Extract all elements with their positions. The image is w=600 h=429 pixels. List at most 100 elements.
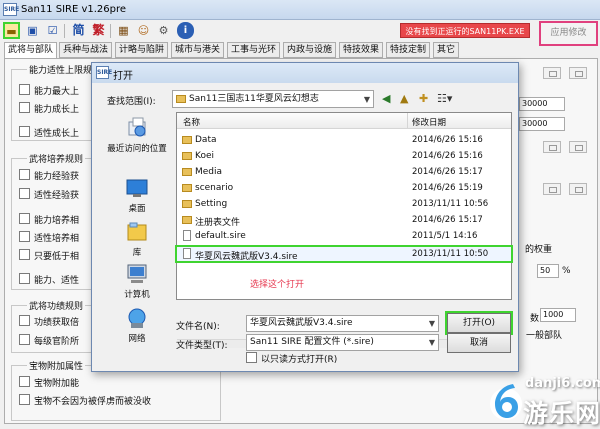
value-field-1[interactable]: 30000: [519, 97, 565, 111]
treasure-group-title: 宝物附加属性: [27, 359, 86, 372]
look-in-combo[interactable]: San11三国志11华夏风云幻想志 ▼: [172, 90, 374, 108]
status-message: 没有找到正运行的SAN11PK.EXE: [400, 23, 530, 38]
readonly-checkbox[interactable]: 以只读方式打开(R): [246, 352, 337, 365]
chevron-down-icon[interactable]: ▼: [429, 335, 435, 350]
tab-skill-custom[interactable]: 特技定制: [386, 42, 431, 58]
gear-icon[interactable]: ⚙: [155, 22, 172, 39]
checkbox-ability-training[interactable]: 能力培养相: [19, 213, 79, 226]
file-name: Data: [195, 135, 217, 145]
value-field-2[interactable]: 30000: [519, 117, 565, 131]
dialog-icon: SIRE: [96, 66, 112, 79]
file-name: default.sire: [195, 231, 246, 241]
look-in-value: San11三国志11华夏风云幻想志: [189, 94, 319, 104]
new-folder-icon[interactable]: ✚: [419, 92, 428, 105]
count-label: 数: [530, 314, 540, 324]
file-date: 2013/11/11 10:56: [412, 199, 489, 209]
tab-skill-effects[interactable]: 特技效果: [339, 42, 384, 58]
open-file-dialog: SIRE 打开 查找范围(I): San11三国志11华夏风云幻想志 ▼ ◀ ▲…: [91, 62, 519, 372]
unit-type-label: 一般部队: [526, 331, 563, 341]
back-arrow-icon[interactable]: ◀: [382, 92, 390, 105]
tab-troops-tactics[interactable]: 兵种与战法: [59, 42, 113, 58]
character-icon[interactable]: ☺: [135, 22, 152, 39]
view-menu-icon[interactable]: ☷▾: [437, 92, 452, 105]
place-label: 计算机: [124, 290, 150, 300]
side-button[interactable]: [543, 67, 561, 79]
toolbar-separator: [64, 24, 65, 38]
file-list[interactable]: 名称 修改日期 Data 2014/6/26 15:16 Koei 2014/6…: [175, 112, 513, 348]
count-field[interactable]: 1000: [540, 308, 576, 322]
checkbox-ability-exp[interactable]: 能力经验获: [19, 169, 79, 182]
checkbox-treasure-ability[interactable]: 宝物附加能: [19, 376, 79, 389]
checkbox-ability-growth[interactable]: 能力成长上: [19, 102, 79, 115]
checkbox-ability-max[interactable]: 能力最大上: [19, 84, 79, 97]
file-row[interactable]: Koei 2014/6/26 15:16: [177, 149, 511, 163]
column-modified-header[interactable]: 修改日期: [412, 116, 446, 128]
side-button[interactable]: [569, 183, 587, 195]
checkbox-aptitude-exp[interactable]: 适性经验获: [19, 188, 79, 201]
tab-domestic-facilities[interactable]: 内政与设施: [283, 42, 337, 58]
save-icon[interactable]: ▣: [24, 22, 41, 39]
cancel-button[interactable]: 取消: [447, 333, 511, 353]
file-row[interactable]: 注册表文件 2014/6/26 15:17: [177, 213, 511, 228]
file-row[interactable]: Setting 2013/11/11 10:56: [177, 197, 511, 211]
side-button[interactable]: [569, 67, 587, 79]
checkbox-only-below[interactable]: 只要低于相: [19, 249, 79, 262]
place-label: 网络: [128, 334, 146, 344]
file-date: 2014/6/26 15:19: [412, 183, 483, 193]
filename-input[interactable]: 华夏风云魏武版V3.4.sire ▼: [246, 315, 439, 332]
side-button[interactable]: [543, 183, 561, 195]
checkbox-merit-multiplier[interactable]: 功绩获取倍: [19, 315, 79, 328]
checkbox-aptitude-training[interactable]: 适性培养相: [19, 231, 79, 244]
file-row[interactable]: Data 2014/6/26 15:16: [177, 133, 511, 147]
building-icon[interactable]: ▦: [115, 22, 132, 39]
side-button[interactable]: [543, 141, 561, 153]
filetype-select[interactable]: San11 SIRE 配置文件 (*.sire) ▼: [246, 334, 439, 351]
file-name: Media: [195, 167, 223, 177]
column-separator[interactable]: [407, 113, 408, 129]
folder-icon: [182, 152, 192, 160]
column-name-header[interactable]: 名称: [183, 116, 200, 128]
checkbox-treasure-keep[interactable]: 宝物不会因为被俘虏而被没收: [19, 394, 151, 407]
checklist-icon[interactable]: ☑: [44, 22, 61, 39]
file-row[interactable]: Media 2014/6/26 15:17: [177, 165, 511, 179]
checkbox-rank-merit[interactable]: 每级官阶所: [19, 334, 79, 347]
percent-field[interactable]: 50: [537, 264, 559, 278]
checkbox-ability-aptitude[interactable]: 能力、适性: [19, 273, 79, 286]
filetype-value: San11 SIRE 配置文件 (*.sire): [250, 337, 374, 347]
up-folder-icon[interactable]: ▲: [400, 92, 408, 105]
tab-other[interactable]: 其它: [433, 42, 460, 58]
treasure-group: [11, 365, 221, 421]
side-button[interactable]: [569, 141, 587, 153]
computer-icon: [127, 264, 147, 283]
info-icon[interactable]: i: [177, 22, 194, 39]
tab-officers-units[interactable]: 武将与部队: [4, 42, 58, 59]
traditional-chinese-button[interactable]: 繁: [90, 22, 107, 39]
ability-limit-group-title: 能力适性上限规: [27, 63, 95, 76]
open-folder-icon[interactable]: ▬: [3, 22, 20, 39]
tab-works-aura[interactable]: 工事与光环: [227, 42, 281, 58]
folder-icon: [182, 200, 192, 208]
dialog-titlebar: SIRE 打开: [92, 63, 518, 83]
apply-changes-button[interactable]: 应用修改: [539, 21, 598, 46]
file-date: 2014/6/26 15:16: [412, 135, 483, 145]
checkbox-aptitude-growth[interactable]: 适性成长上: [19, 126, 79, 139]
app-title: San11 SIRE v1.26pre: [21, 4, 127, 15]
app-titlebar: SIRE San11 SIRE v1.26pre: [0, 0, 600, 20]
recent-places-icon: [128, 117, 146, 137]
file-row-selected[interactable]: 华夏风云魏武版V3.4.sire 2013/11/11 10:50: [175, 245, 513, 263]
file-row[interactable]: scenario 2014/6/26 15:19: [177, 181, 511, 195]
app-icon: SIRE: [3, 3, 19, 16]
watermark-logo: [490, 384, 522, 420]
folder-icon: [182, 136, 192, 144]
simplified-chinese-button[interactable]: 简: [70, 22, 87, 39]
place-label: 最近访问的位置: [107, 144, 167, 154]
chevron-down-icon[interactable]: ▼: [429, 316, 435, 331]
merit-rules-group-title: 武将功绩规则: [27, 299, 86, 312]
tab-strategy-traps[interactable]: 计略与陷阱: [115, 42, 169, 58]
open-button[interactable]: 打开(O): [445, 311, 513, 335]
tab-cities-ports[interactable]: 城市与港关: [171, 42, 225, 58]
file-row[interactable]: default.sire 2011/5/1 14:16: [177, 229, 511, 243]
folder-icon: [182, 184, 192, 192]
places-bar: 最近访问的位置 桌面 库 计算机 网络: [100, 112, 174, 358]
file-name: Setting: [195, 199, 228, 209]
